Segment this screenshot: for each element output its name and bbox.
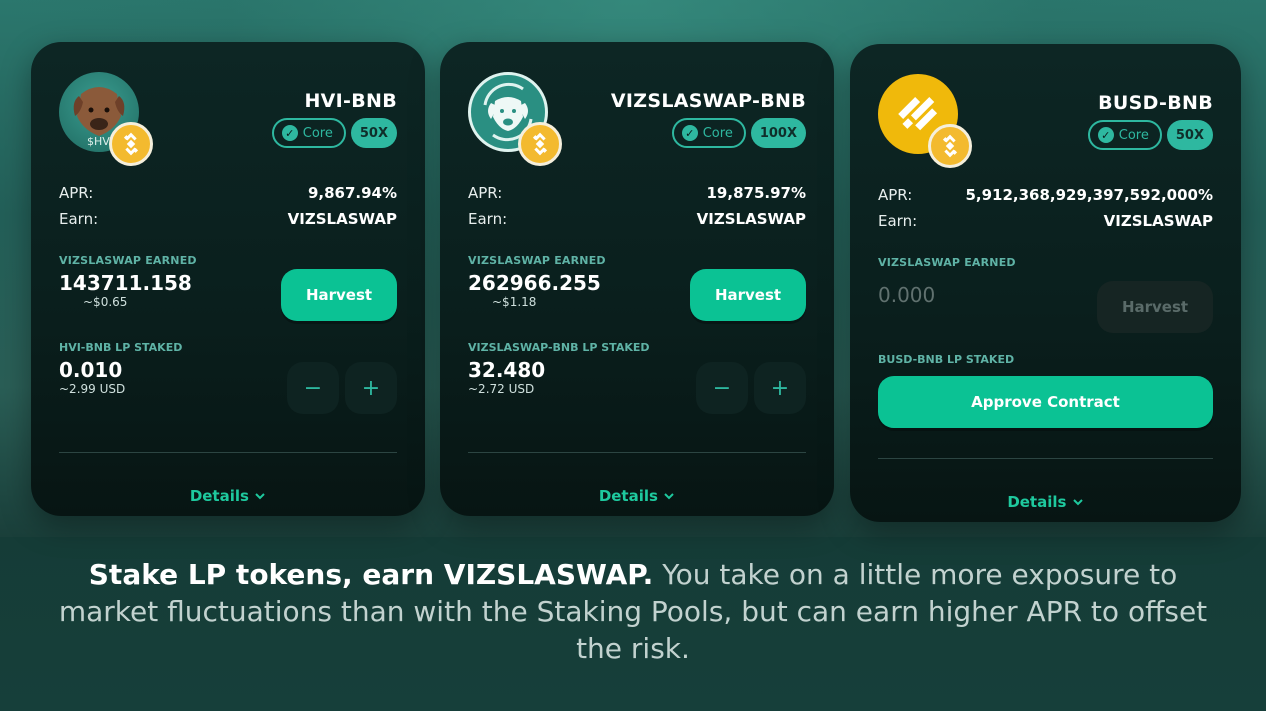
stake-plus-button[interactable]: + [345,362,397,414]
approve-contract-button[interactable]: Approve Contract [878,376,1213,428]
earned-label: VIZSLASWAP EARNED [878,256,1016,269]
earn-value: VIZSLASWAP [696,210,806,228]
staked-block: 0.010 ~2.99 USD − + [59,358,397,422]
caption-bold: Stake LP tokens, earn VIZSLASWAP. [88,558,654,591]
unstake-minus-button[interactable]: − [696,362,748,414]
staked-block: 32.480 ~2.72 USD − + [468,358,806,422]
details-toggle[interactable]: Details [59,487,397,505]
pair-name: VIZSLASWAP-BNB [610,90,806,112]
core-tag: ✓ Core [671,118,746,148]
card-header: VIZSLASWAP-BNB ✓ Core 100X [468,42,806,172]
pair-name: HVI-BNB [304,90,397,112]
divider [468,452,806,453]
multiplier-tag: 50X [1166,120,1213,150]
staked-label: VIZSLASWAP-BNB LP STAKED [468,341,650,354]
core-label: Core [1118,127,1149,143]
apr-value: 5,912,368,929,397,592,000% [965,186,1213,204]
bnb-icon [518,122,562,166]
earned-block: 0.000 Harvest [878,281,1213,347]
farm-card-vizslaswap-bnb: VIZSLASWAP-BNB ✓ Core 100X APR: 19,875.9… [440,42,834,516]
harvest-button[interactable]: Harvest [690,269,806,321]
unstake-minus-button[interactable]: − [287,362,339,414]
earned-label: VIZSLASWAP EARNED [468,254,606,267]
stake-controls: − + [696,362,806,414]
details-label: Details [189,487,249,505]
stake-plus-button[interactable]: + [754,362,806,414]
details-toggle[interactable]: Details [878,493,1213,511]
earn-label: Earn: [468,210,508,228]
farm-tags: ✓ Core 50X [271,118,397,148]
staked-label: HVI-BNB LP STAKED [59,341,183,354]
earn-row: Earn: VIZSLASWAP [878,208,1213,234]
earn-label: Earn: [59,210,99,228]
earned-block: 143711.158 ~$0.65 Harvest [59,269,397,335]
apr-value: 9,867.94% [307,184,397,202]
staked-label: BUSD-BNB LP STAKED [878,353,1015,366]
details-toggle[interactable]: Details [468,487,806,505]
farm-tags: ✓ Core 100X [671,118,806,148]
core-tag: ✓ Core [271,118,346,148]
earned-label: VIZSLASWAP EARNED [59,254,197,267]
pair-name: BUSD-BNB [1098,92,1213,114]
earn-row: Earn: VIZSLASWAP [59,206,397,232]
apr-row: APR: 5,912,368,929,397,592,000% [878,182,1213,208]
core-check-icon: ✓ [281,125,298,141]
core-tag: ✓ Core [1087,120,1162,150]
core-check-icon: ✓ [1097,127,1114,143]
divider [59,452,397,453]
chevron-down-icon [255,493,265,500]
apr-value: 19,875.97% [706,184,807,202]
earn-value: VIZSLASWAP [287,210,397,228]
farm-card-hvi-bnb: $HV HVI-BNB ✓ Core 50X APR: 9,867.94% Ea… [31,42,425,516]
stake-controls: − + [287,362,397,414]
earn-value: VIZSLASWAP [1103,212,1213,230]
divider [878,458,1213,459]
details-label: Details [598,487,658,505]
chevron-down-icon [664,493,674,500]
card-header: BUSD-BNB ✓ Core 50X [878,44,1213,174]
multiplier-tag: 50X [350,118,397,148]
apr-row: APR: 19,875.97% [468,180,806,206]
card-header: $HV HVI-BNB ✓ Core 50X [59,42,397,172]
harvest-button[interactable]: Harvest [281,269,397,321]
core-label: Core [302,125,333,141]
apr-label: APR: [59,184,94,202]
harvest-button[interactable]: Harvest [1097,281,1213,333]
details-label: Details [1007,493,1067,511]
apr-label: APR: [878,186,913,204]
earned-block: 262966.255 ~$1.18 Harvest [468,269,806,335]
bnb-icon [109,122,153,166]
core-label: Core [702,125,733,141]
farm-card-busd-bnb: BUSD-BNB ✓ Core 50X APR: 5,912,368,929,3… [850,44,1241,522]
multiplier-tag: 100X [750,118,806,148]
earn-row: Earn: VIZSLASWAP [468,206,806,232]
core-check-icon: ✓ [681,125,698,141]
apr-row: APR: 9,867.94% [59,180,397,206]
chevron-down-icon [1072,499,1083,506]
bnb-icon [928,124,972,168]
farm-tags: ✓ Core 50X [1087,120,1213,150]
caption: Stake LP tokens, earn VIZSLASWAP. You ta… [0,556,1266,667]
earn-label: Earn: [878,212,918,230]
apr-label: APR: [468,184,503,202]
avatar-ticker: $HV [87,135,110,148]
